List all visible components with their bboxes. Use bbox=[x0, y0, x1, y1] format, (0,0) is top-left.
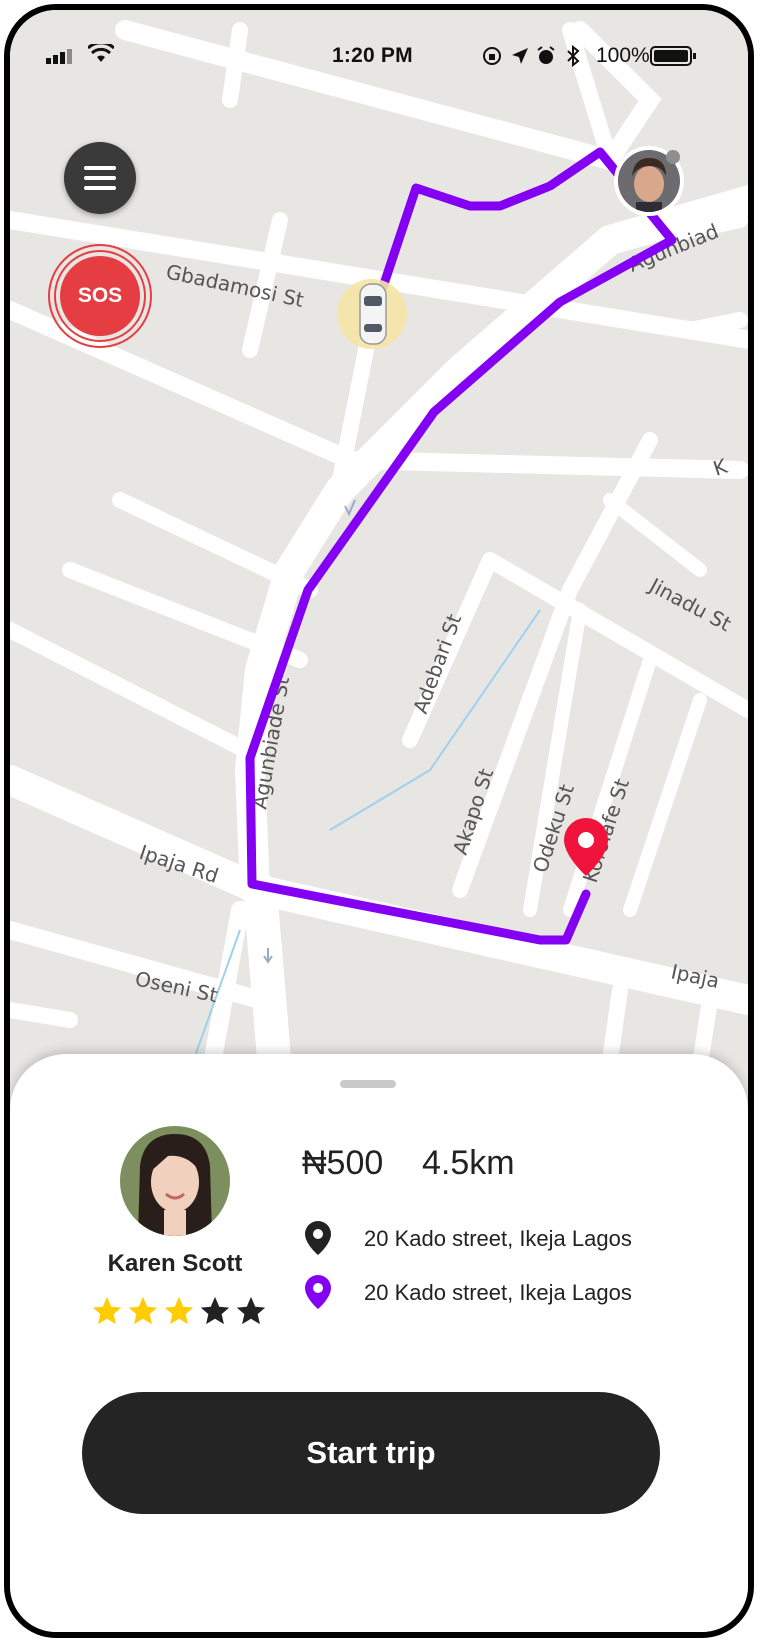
drag-handle[interactable] bbox=[340, 1080, 396, 1088]
trip-distance: 4.5km bbox=[422, 1144, 515, 1182]
menu-icon bbox=[84, 166, 116, 170]
menu-icon bbox=[84, 186, 116, 190]
menu-button[interactable] bbox=[64, 142, 136, 214]
device-frame: Gbadamosi St Agunbiade St Adebari St Aka… bbox=[4, 4, 754, 1638]
trip-sheet: Karen Scott ₦500 4.5km 20 Kado street, I… bbox=[10, 1054, 748, 1632]
sos-label: SOS bbox=[60, 256, 140, 336]
trip-fare: ₦500 bbox=[302, 1144, 384, 1182]
rider-name: Karen Scott bbox=[107, 1250, 243, 1277]
bluetooth-icon bbox=[567, 45, 580, 67]
start-trip-button[interactable]: Start trip bbox=[82, 1392, 660, 1514]
location-arrow-icon bbox=[512, 48, 528, 64]
person-avatar-icon bbox=[120, 1126, 230, 1236]
phone-screen: Gbadamosi St Agunbiade St Adebari St Aka… bbox=[0, 0, 770, 1644]
orientation-lock-icon bbox=[483, 47, 501, 65]
location-pin-icon bbox=[305, 1221, 331, 1255]
star-filled-icon bbox=[164, 1296, 194, 1325]
star-empty-icon bbox=[236, 1296, 266, 1325]
car-marker bbox=[337, 279, 407, 349]
star-filled-icon bbox=[128, 1296, 158, 1325]
dropoff-location: 20 Kado street, Ikeja Lagos bbox=[300, 1274, 730, 1314]
wifi-icon bbox=[88, 44, 114, 62]
signal-icon bbox=[46, 49, 72, 64]
sos-button[interactable]: SOS bbox=[48, 244, 152, 348]
star-empty-icon bbox=[200, 1296, 230, 1325]
battery-icon bbox=[650, 46, 696, 66]
dropoff-address: 20 Kado street, Ikeja Lagos bbox=[364, 1280, 632, 1305]
battery-percent: 100% bbox=[596, 44, 650, 67]
status-time: 1:20 PM bbox=[332, 44, 413, 67]
rating-stars bbox=[90, 1294, 270, 1334]
status-bar: 1:20 PM 100% bbox=[10, 10, 748, 67]
alarm-icon bbox=[537, 46, 555, 64]
online-indicator bbox=[666, 150, 680, 164]
star-filled-icon bbox=[92, 1296, 122, 1325]
pickup-location: 20 Kado street, Ikeja Lagos bbox=[300, 1220, 730, 1260]
rider-avatar bbox=[120, 1126, 230, 1236]
pickup-address: 20 Kado street, Ikeja Lagos bbox=[364, 1226, 632, 1251]
menu-icon bbox=[84, 176, 116, 180]
location-pin-icon bbox=[305, 1275, 331, 1309]
